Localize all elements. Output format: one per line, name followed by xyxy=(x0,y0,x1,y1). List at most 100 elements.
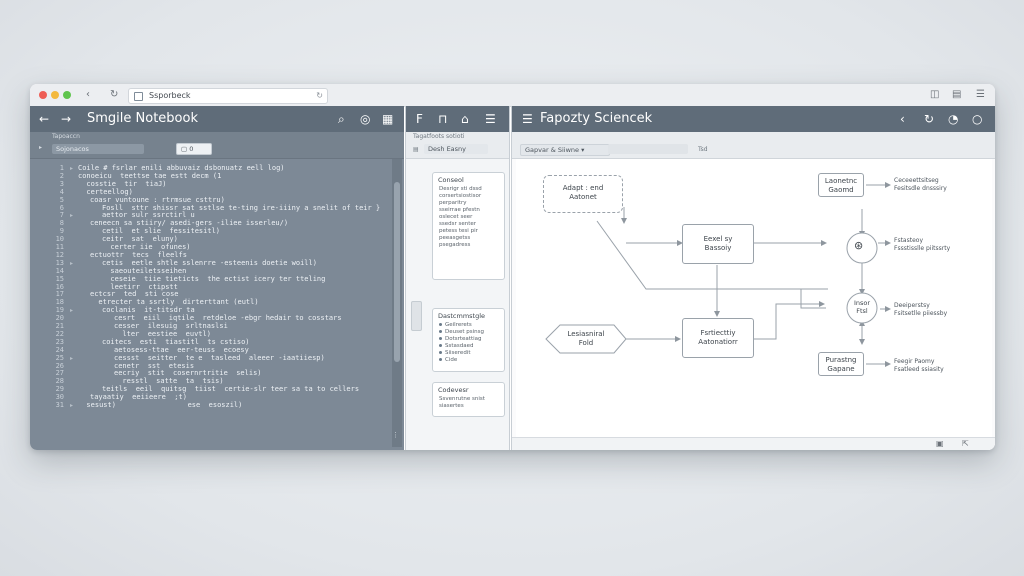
outline-card[interactable]: Dastcmmstgle Geilrerets Deuset psinsg Dotsr… xyxy=(432,308,505,372)
diagram-node-center-bottom[interactable]: Fsrtiecttiy Aatonatiorr xyxy=(682,318,754,358)
outline-tab[interactable]: Desh Easny xyxy=(424,144,488,154)
outline-card-text: Geilrerets xyxy=(445,322,472,328)
editor-scrollbar-thumb[interactable] xyxy=(394,182,400,362)
diagram-statusbar: ▣ ⇱ xyxy=(512,437,995,450)
grid-view-icon[interactable]: ▦ xyxy=(382,111,393,127)
outline-card-line: perparitry xyxy=(433,200,504,207)
code-line[interactable]: sesust) ese esoszil) xyxy=(78,401,242,410)
diagram-node-center-top[interactable]: Eexel sy Bassoiy xyxy=(682,224,754,264)
outline-card-text: perparitry xyxy=(439,200,467,206)
node-label: Insor xyxy=(853,299,871,307)
editor-title: Smgile Notebook xyxy=(87,111,198,126)
outline-card-text: petess tesi pir xyxy=(439,228,478,234)
maximize-window-button[interactable] xyxy=(63,91,71,99)
menu-icon[interactable]: ☰ xyxy=(522,111,533,127)
outline-card[interactable]: Conseol Desrigr sti dssd corsertsiostisor p… xyxy=(432,172,505,280)
menu-icon[interactable]: ☰ xyxy=(976,87,985,103)
minimize-window-button[interactable] xyxy=(51,91,59,99)
fold-icon[interactable]: ▸ xyxy=(70,260,73,267)
back-icon[interactable]: ‹ xyxy=(86,87,90,103)
outline-card[interactable]: Codevesr Ssvenrutne snist siasertes xyxy=(432,382,505,417)
outline-card-text: sseirrae pfestn xyxy=(439,207,480,213)
outline-page-icon: ▤ xyxy=(413,146,419,153)
diagram-sub-label: Tsd xyxy=(698,146,708,153)
outline-card-text: psegadress xyxy=(439,242,471,248)
settings-icon[interactable]: ◔ xyxy=(948,111,958,127)
bullet-icon xyxy=(439,351,442,354)
fold-icon[interactable]: ▸ xyxy=(70,355,73,362)
fold-icon[interactable]: ▸ xyxy=(70,307,73,314)
note-text: Fsitsetlle piiessby xyxy=(894,309,948,317)
diagram-titlebar: ☰ Fapozty Sciencek ‹ ↻ ◔ ○ xyxy=(512,106,995,132)
filter-input[interactable] xyxy=(608,144,688,154)
line-number: 31 xyxy=(55,401,64,409)
outline-card-text: peeasgetss xyxy=(439,235,471,241)
outline-card-line: Ssvenrutne snist xyxy=(433,396,504,403)
diagram-node-top-right[interactable]: Laonetnc Gaomd xyxy=(818,173,864,197)
node-label: Fold xyxy=(578,339,594,347)
editor-sub-label: Tapoaccn xyxy=(52,133,80,140)
diagram-canvas[interactable]: Adapt : end Aatonet Eexel sy Bassoiy Fsr… xyxy=(516,159,992,439)
search-icon[interactable]: ⌕ xyxy=(338,111,345,127)
sync-icon[interactable]: ↻ xyxy=(924,111,934,127)
fold-icon[interactable]: ▸ xyxy=(70,165,73,172)
outline-card-line: Desrigr sti dssd xyxy=(433,186,504,193)
lock-icon[interactable]: ⊓ xyxy=(438,111,447,127)
forward-arrow-icon[interactable]: → xyxy=(61,111,71,127)
outline-sub-label: Tagatfoots sotioti xyxy=(413,133,465,140)
zoom-icon[interactable]: ▣ xyxy=(936,439,944,448)
diagram-hub-icon[interactable]: ⊛ xyxy=(854,239,863,252)
fold-icon[interactable]: ▸ xyxy=(70,212,73,219)
address-bar[interactable]: Ssporbeck ↻ xyxy=(128,88,328,104)
node-label: Purastng xyxy=(825,356,857,364)
outline-card-title: Conseol xyxy=(438,176,464,184)
diagram-node-circle[interactable]: Insor Ftsl xyxy=(848,299,876,319)
node-label: Ftsl xyxy=(856,307,868,315)
outline-card-line: oslecet seer xyxy=(433,214,504,221)
sidebar-toggle-icon[interactable]: ◫ xyxy=(930,87,939,103)
outline-card-text: Sstasdaed xyxy=(445,343,474,349)
page-favicon-icon xyxy=(134,92,143,101)
font-icon[interactable]: F xyxy=(416,111,423,127)
resize-handle-icon[interactable]: ⋮ xyxy=(392,431,399,439)
diagram-pane: ☰ Fapozty Sciencek ‹ ↻ ◔ ○ Gapvar & Siiw… xyxy=(511,106,995,450)
diagram-note: Feegir Paomy Fsatleed ssiasity xyxy=(894,358,944,373)
outline-card-line: Siiseredit xyxy=(433,350,504,357)
power-icon[interactable]: ○ xyxy=(972,111,982,127)
outline-card-text: Dotsrteattiag xyxy=(445,336,482,342)
list-icon[interactable]: ☰ xyxy=(485,111,496,127)
editor-titlebar: ← → Smgile Notebook ⌕ ◎ ▦ xyxy=(30,106,404,132)
outline-card-line: sseirrae pfestn xyxy=(433,207,504,214)
history-icon[interactable]: ◎ xyxy=(360,111,370,127)
outline-pane: F ⊓ ⌂ ☰ Tagatfoots sotioti ▤ Desh Easny … xyxy=(405,106,510,450)
outline-card-line: corsertsiostisor xyxy=(433,193,504,200)
reload-icon[interactable]: ↻ xyxy=(316,89,323,102)
note-title: Ceceeettsitseg xyxy=(894,177,939,184)
collapse-icon[interactable]: ▸ xyxy=(39,144,42,152)
outline-collapse-tab[interactable] xyxy=(411,301,422,331)
diagram-node-start[interactable]: Adapt : end Aatonet xyxy=(543,175,623,213)
node-label: Gapane xyxy=(827,365,855,373)
diagram-node-hex[interactable]: Lesiasniral Fold xyxy=(556,330,616,350)
code-area[interactable]: 1 ▸ Coile # fsrlar enili abbuvaiz dsbonuat… xyxy=(30,159,392,449)
split-view-icon[interactable]: ▤ xyxy=(952,87,961,103)
fold-icon[interactable]: ▸ xyxy=(70,402,73,409)
bullet-icon xyxy=(439,337,442,340)
editor-tab[interactable]: Sojonacos xyxy=(52,144,144,154)
refresh-icon[interactable]: ↻ xyxy=(110,87,118,103)
outline-card-text: Siiseredit xyxy=(445,350,471,356)
node-label: Fsrtiecttiy xyxy=(700,329,736,337)
view-dropdown[interactable]: Gapvar & Siiwne ▾ xyxy=(520,144,610,156)
diagram-node-bottom-right[interactable]: Purastng Gapane xyxy=(818,352,864,376)
outline-card-line: Geilrerets xyxy=(433,322,504,329)
node-label: Lesiasniral xyxy=(567,330,605,338)
node-label: Gaomd xyxy=(828,186,854,194)
user-icon[interactable]: ⌂ xyxy=(461,111,469,127)
back-arrow-icon[interactable]: ← xyxy=(39,111,49,127)
run-cell-button[interactable]: ▢ 0 xyxy=(176,143,212,155)
fullscreen-icon[interactable]: ⇱ xyxy=(962,439,969,448)
close-window-button[interactable] xyxy=(39,91,47,99)
outline-card-title: Codevesr xyxy=(438,386,469,394)
browser-chrome: ‹ ↻ Ssporbeck ↻ ◫ ▤ ☰ xyxy=(30,84,995,107)
share-icon[interactable]: ‹ xyxy=(900,111,905,127)
